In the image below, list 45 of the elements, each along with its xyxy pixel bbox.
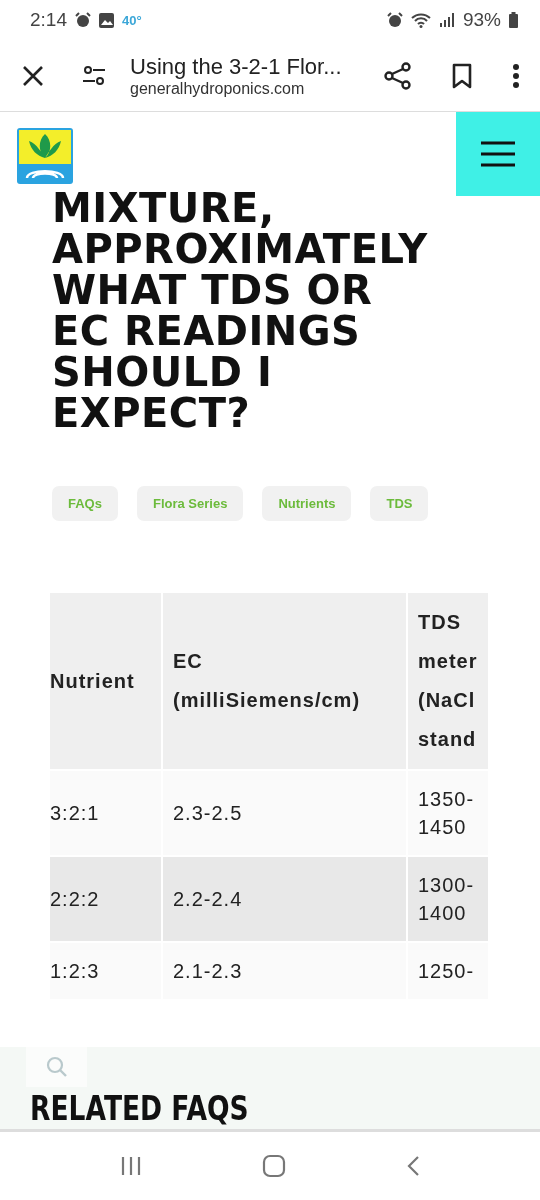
table-cell-text: 2.1-2.3: [173, 959, 243, 984]
bookmark-icon[interactable]: [452, 62, 472, 89]
table-cell-text: 2.3-2.5: [173, 801, 243, 826]
table-cell-text: 1:2:3: [50, 959, 100, 984]
table-cell-text: 2:2:2: [50, 887, 100, 912]
faq-heading-line: EC READINGS: [52, 311, 361, 352]
home-icon[interactable]: [262, 1154, 286, 1178]
back-icon[interactable]: [406, 1155, 420, 1177]
faq-heading-line: MIXTURE,: [52, 188, 275, 229]
logo-icon[interactable]: [17, 128, 73, 184]
battery-percent: 93%: [462, 9, 501, 31]
table-cell-text: 1300-1400: [418, 873, 476, 926]
wifi-icon: [410, 12, 431, 28]
signal-icon: [438, 12, 455, 28]
column-header: EC (milliSiemens/cm): [173, 649, 362, 713]
menu-icon: [481, 141, 515, 167]
faq-heading-line: WHAT TDS OR: [52, 270, 373, 311]
share-icon[interactable]: [384, 61, 412, 90]
table-cell-text: 1350-1450: [418, 787, 476, 840]
column-header: TDS meter (NaCl stand: [418, 610, 478, 752]
clock-time: 2:14: [30, 9, 67, 31]
alarm-icon: [386, 12, 403, 28]
faq-heading-line: APPROXIMATELY: [52, 229, 428, 270]
table-cell-text: 3:2:1: [50, 801, 100, 826]
battery-icon: [509, 12, 518, 28]
table-cell-text: 1250-: [418, 959, 475, 984]
tag-link[interactable]: TDS: [370, 486, 429, 521]
alarm-icon: [75, 12, 91, 28]
table-cell-text: 2.2-2.4: [173, 887, 243, 912]
image-icon: [99, 12, 114, 28]
search-icon: [45, 1056, 68, 1078]
page-domain: generalhydroponics.com: [130, 79, 306, 98]
tag-link[interactable]: FAQs: [52, 486, 118, 521]
tag-link[interactable]: Nutrients: [262, 486, 352, 521]
tag-link[interactable]: Flora Series: [136, 486, 244, 521]
faq-heading-line: EXPECT?: [52, 393, 251, 434]
faq-heading-line: SHOULD I: [52, 352, 273, 393]
temperature: 40°: [122, 12, 142, 28]
section-heading: RELATED FAQS: [30, 1089, 249, 1127]
page-title: Using the 3-2-1 Flor...: [130, 53, 343, 80]
more-icon[interactable]: [512, 62, 520, 89]
tune-icon[interactable]: [82, 63, 106, 88]
menu-button[interactable]: [456, 112, 540, 196]
recent-apps-icon[interactable]: [120, 1155, 142, 1177]
column-header: Nutrient: [50, 668, 135, 694]
